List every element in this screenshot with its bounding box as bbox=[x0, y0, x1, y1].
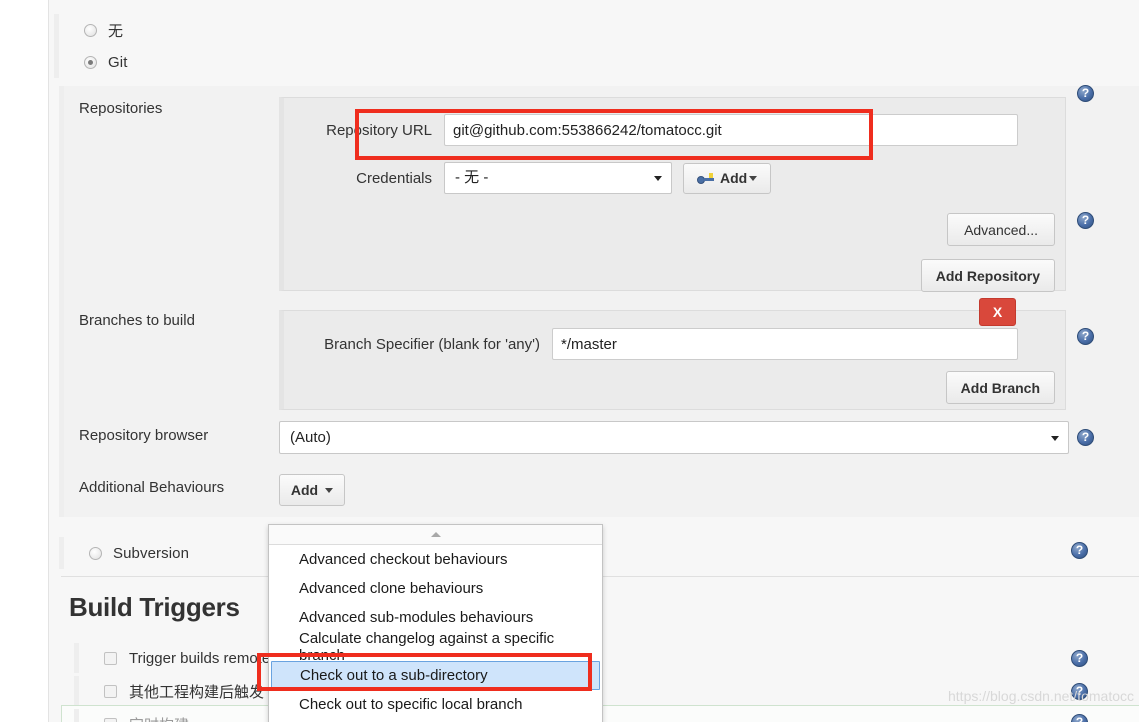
checkbox-trigger-timer[interactable] bbox=[104, 717, 117, 722]
menu-item-label: Check out to a sub-directory bbox=[300, 667, 488, 684]
branch-specifier-label: Branch Specifier (blank for 'any') bbox=[324, 335, 540, 353]
help-icon-trigger-remote[interactable]: ? bbox=[1071, 650, 1088, 667]
menu-item-label: Calculate changelog against a specific b… bbox=[299, 629, 555, 664]
credentials-label: Credentials bbox=[356, 169, 432, 187]
help-glyph: ? bbox=[1075, 651, 1084, 665]
trigger-remote-label: Trigger builds remotely ( bbox=[129, 649, 291, 667]
help-icon-repository-browser[interactable]: ? bbox=[1077, 429, 1094, 446]
build-triggers-heading: Build Triggers bbox=[69, 592, 240, 622]
trigger-after-other-projects-label: 其他工程构建后触发 bbox=[129, 683, 265, 701]
help-glyph: ? bbox=[1075, 543, 1084, 557]
chevron-down-icon bbox=[654, 176, 662, 181]
help-glyph: ? bbox=[1075, 715, 1084, 722]
help-icon-subversion[interactable]: ? bbox=[1071, 542, 1088, 559]
scm-radio-group: 无 Git bbox=[49, 0, 1139, 78]
branches-label: Branches to build bbox=[79, 312, 195, 329]
repository-browser-select[interactable]: (Auto) bbox=[279, 421, 1069, 454]
chevron-down-icon bbox=[325, 487, 334, 493]
scm-option-git-label: Git bbox=[108, 53, 128, 71]
git-settings-panel: Repositories Repository URL Credentials … bbox=[59, 85, 1139, 517]
help-glyph: ? bbox=[1081, 213, 1090, 227]
add-branch-button[interactable]: Add Branch bbox=[945, 371, 1055, 404]
chevron-up-icon bbox=[430, 532, 441, 537]
scm-option-none-label: 无 bbox=[108, 22, 124, 40]
repository-browser-label: Repository browser bbox=[79, 427, 209, 444]
menu-item-label: Check out to specific local branch bbox=[299, 696, 523, 713]
chevron-down-icon bbox=[1051, 435, 1059, 441]
advanced-button[interactable]: Advanced... bbox=[947, 213, 1055, 246]
menu-item-label: Advanced clone behaviours bbox=[299, 580, 484, 597]
add-credentials-label: Add bbox=[720, 170, 748, 186]
radio-icon-subversion[interactable] bbox=[89, 546, 102, 560]
repository-url-input[interactable] bbox=[444, 114, 1018, 146]
radio-icon-none[interactable] bbox=[84, 23, 97, 37]
help-icon-repositories[interactable]: ? bbox=[1077, 85, 1094, 102]
dropdown-scroll-up[interactable] bbox=[269, 525, 602, 545]
delete-branch-button[interactable]: X bbox=[979, 298, 1016, 326]
help-icon-branch-specifier[interactable]: ? bbox=[1077, 328, 1094, 345]
delete-branch-label: X bbox=[992, 304, 1003, 320]
watermark-text: https://blog.csdn.net/tomatocc bbox=[948, 688, 1134, 704]
key-icon bbox=[697, 172, 714, 185]
advanced-label: Advanced... bbox=[964, 221, 1038, 238]
menu-item-check-out-to-sub-directory[interactable]: Check out to a sub-directory bbox=[271, 661, 600, 690]
add-repository-label: Add Repository bbox=[935, 267, 1040, 284]
menu-item-label: Advanced checkout behaviours bbox=[299, 551, 508, 568]
add-repository-button[interactable]: Add Repository bbox=[920, 259, 1055, 292]
branches-setting-row: Branches to build Branch Specifier (blan… bbox=[64, 298, 1139, 413]
menu-item-calculate-changelog[interactable]: Calculate changelog against a specific b… bbox=[269, 629, 602, 664]
checkbox-trigger-remote[interactable] bbox=[104, 651, 117, 665]
branch-specifier-row: Branch Specifier (blank for 'any') bbox=[284, 311, 1065, 367]
add-credentials-button[interactable]: Add bbox=[683, 162, 772, 194]
branch-specifier-input[interactable] bbox=[552, 328, 1018, 360]
jenkins-job-config-page: 无 Git Repositories Repository URL git@gi… bbox=[0, 0, 1139, 722]
help-glyph: ? bbox=[1081, 86, 1090, 100]
scm-option-git[interactable]: Git bbox=[54, 46, 1139, 78]
help-glyph: ? bbox=[1081, 329, 1090, 343]
menu-item-label: Advanced sub-modules behaviours bbox=[299, 609, 534, 626]
chevron-down-icon bbox=[749, 175, 758, 181]
add-branch-label: Add Branch bbox=[960, 379, 1040, 396]
radio-icon-git[interactable] bbox=[84, 55, 97, 69]
checkbox-trigger-after-other-projects[interactable] bbox=[104, 684, 117, 698]
help-icon-repository-url[interactable]: ? bbox=[1077, 212, 1094, 229]
menu-item-advanced-checkout-behaviours[interactable]: Advanced checkout behaviours bbox=[269, 545, 602, 574]
additional-behaviours-label: Additional Behaviours bbox=[79, 479, 225, 496]
add-behaviour-button[interactable]: Add bbox=[279, 474, 345, 506]
scm-option-subversion-label: Subversion bbox=[113, 544, 190, 562]
repository-browser-value: (Auto) bbox=[290, 428, 331, 446]
repositories-label: Repositories bbox=[79, 100, 163, 117]
credentials-row: Credentials - 无 - Add bbox=[284, 153, 1065, 201]
add-behaviour-label: Add bbox=[290, 482, 319, 498]
additional-behaviours-dropdown-menu[interactable]: Advanced checkout behaviours Advanced cl… bbox=[268, 524, 603, 722]
repositories-setting-row: Repositories Repository URL Credentials … bbox=[64, 85, 1139, 298]
menu-item-advanced-sub-modules-behaviours[interactable]: Advanced sub-modules behaviours bbox=[269, 603, 602, 632]
repository-url-label: Repository URL bbox=[326, 121, 432, 139]
repository-entry-box: Repository URL Credentials - 无 - bbox=[279, 97, 1066, 292]
repository-browser-setting-row: Repository browser (Auto) ? bbox=[64, 413, 1139, 465]
additional-behaviours-setting-row: Additional Behaviours Add bbox=[64, 465, 1139, 517]
trigger-timer-label: 定时构建 bbox=[129, 714, 189, 722]
scm-option-none[interactable]: 无 bbox=[54, 14, 1139, 46]
branch-entry-box: Branch Specifier (blank for 'any') Add B… bbox=[279, 310, 1066, 410]
repository-url-row: Repository URL bbox=[284, 98, 1065, 153]
trigger-remote-row[interactable]: Trigger builds remotely ( bbox=[74, 643, 1134, 673]
menu-item-advanced-clone-behaviours[interactable]: Advanced clone behaviours bbox=[269, 574, 602, 603]
credentials-selected-value: - 无 - bbox=[455, 169, 489, 186]
menu-item-check-out-to-specific-local-branch[interactable]: Check out to specific local branch bbox=[269, 690, 602, 719]
credentials-select[interactable]: - 无 - bbox=[444, 162, 672, 194]
help-glyph: ? bbox=[1081, 430, 1090, 444]
